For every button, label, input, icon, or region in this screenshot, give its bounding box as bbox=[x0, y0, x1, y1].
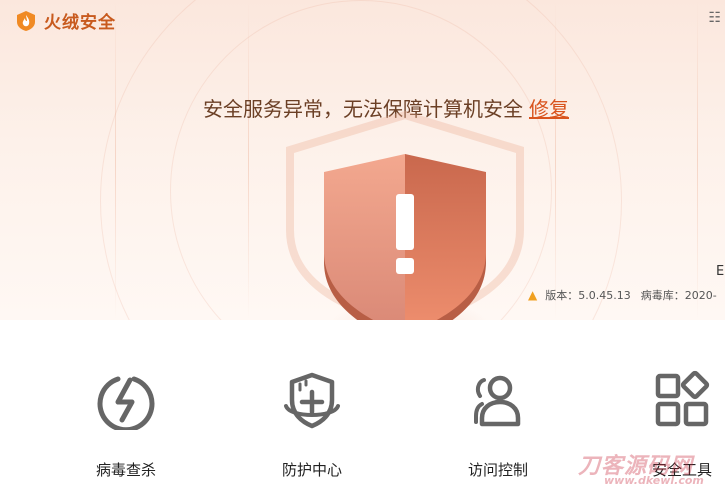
flame-logo-icon bbox=[17, 10, 35, 31]
version-info: ▲ 版本：5.0.45.13 病毒库：2020- bbox=[528, 287, 717, 303]
up-arrow-icon: ▲ bbox=[528, 288, 538, 302]
tool-label: 访问控制 bbox=[467, 461, 528, 479]
app-logo: 火绒安全 bbox=[16, 8, 116, 33]
repair-link[interactable]: 修复 bbox=[529, 97, 569, 121]
lightning-scan-icon bbox=[97, 376, 155, 430]
decor-line bbox=[115, 0, 116, 320]
shield-warning-icon bbox=[324, 154, 486, 344]
app-name: 火绒安全 bbox=[44, 13, 116, 33]
side-label: E bbox=[716, 264, 725, 279]
virus-db-label: 病毒库：2020- bbox=[640, 289, 717, 302]
tool-label: 病毒查杀 bbox=[95, 461, 156, 479]
version-label: 版本：5.0.45.13 bbox=[545, 289, 631, 302]
decor-line bbox=[555, 0, 556, 320]
list-menu-icon[interactable]: ☷ bbox=[708, 10, 721, 26]
decor-line bbox=[248, 0, 249, 320]
grid-shapes-icon bbox=[655, 370, 710, 427]
tool-label: 防护中心 bbox=[281, 461, 342, 479]
decor-line bbox=[697, 0, 698, 320]
watermark-url: www.dkewl.com bbox=[604, 474, 704, 487]
shield-plus-icon bbox=[284, 372, 340, 429]
warning-shield bbox=[310, 148, 500, 348]
users-icon bbox=[474, 375, 521, 427]
